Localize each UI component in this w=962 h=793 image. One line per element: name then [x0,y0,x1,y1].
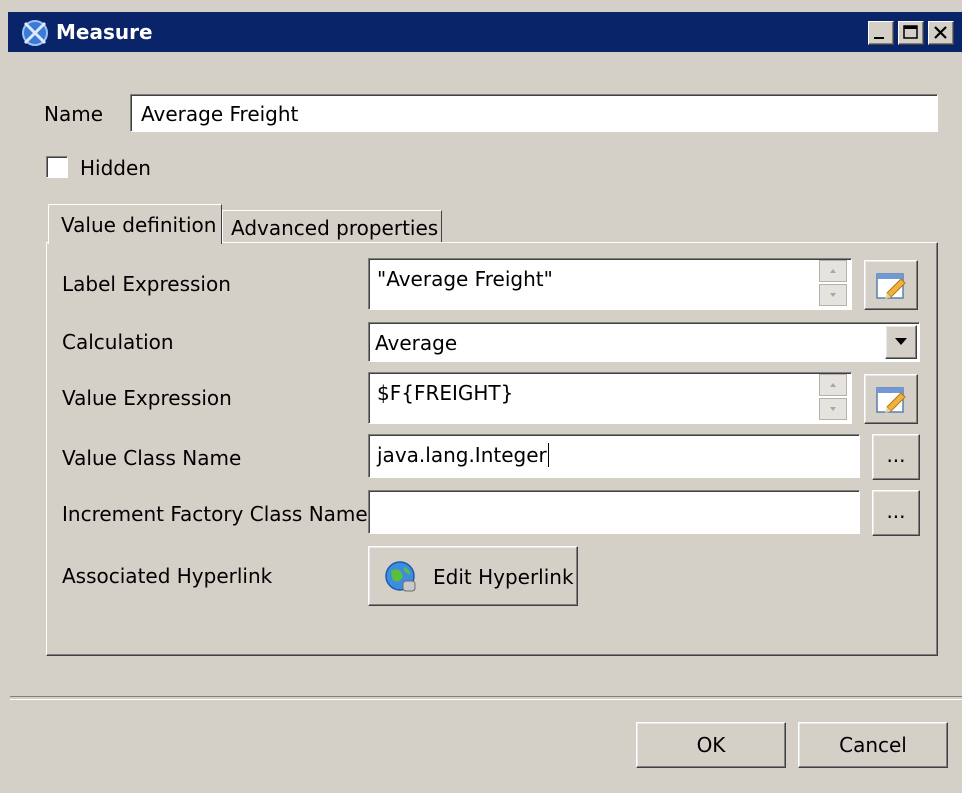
label-expression-input[interactable]: "Average Freight" [368,258,852,310]
value-class-name-browse-label: ... [886,443,906,467]
label-expression-value: "Average Freight" [377,267,553,291]
value-class-name-input[interactable]: java.lang.Integer [368,434,860,478]
active-tab-joiner [49,241,221,244]
footer-separator [10,696,962,700]
edit-hyperlink-label: Edit Hyperlink [433,565,574,589]
associated-hyperlink-label: Associated Hyperlink [62,564,273,588]
value-class-name-value: java.lang.Integer [377,443,549,467]
value-expression-input[interactable]: $F{FREIGHT} [368,372,852,424]
app-icon [20,18,50,48]
value-class-name-browse-button[interactable]: ... [872,434,920,480]
close-icon [934,26,947,39]
minimize-button[interactable] [868,21,894,45]
window-title: Measure [56,20,153,44]
cancel-button[interactable]: Cancel [798,722,948,768]
value-class-name-label: Value Class Name [62,446,242,470]
calculation-label: Calculation [62,330,174,354]
cancel-button-label: Cancel [839,733,907,757]
value-expression-label: Value Expression [62,386,232,410]
tab-advanced-properties-label: Advanced properties [231,216,439,240]
minimize-icon [874,37,884,39]
increment-factory-input[interactable] [368,490,860,534]
maximize-icon [903,25,918,39]
label-expression-label: Label Expression [62,272,231,296]
title-bar: Measure [8,12,962,52]
close-button[interactable] [928,21,954,45]
increment-factory-label: Increment Factory Class Name [62,502,368,526]
label-expression-spinner[interactable] [819,260,849,308]
maximize-button[interactable] [898,21,924,45]
ok-button-label: OK [696,733,726,757]
globe-link-icon [385,561,416,592]
tab-value-definition[interactable]: Value definition [48,204,222,244]
name-label: Name [44,102,104,126]
tab-advanced-properties[interactable]: Advanced properties [222,210,442,242]
calculation-dropdown-button[interactable] [885,325,917,359]
value-expression-editor-button[interactable] [864,374,918,424]
value-expression-value: $F{FREIGHT} [377,381,514,405]
ok-button[interactable]: OK [636,722,786,768]
edit-hyperlink-button[interactable]: Edit Hyperlink [368,546,578,606]
name-input[interactable]: Average Freight [130,94,938,132]
name-input-value: Average Freight [141,102,299,126]
value-expression-spinner[interactable] [819,374,849,422]
calculation-select[interactable]: Average [368,322,920,362]
increment-factory-browse-button[interactable]: ... [872,490,920,536]
chevron-down-icon [895,338,907,345]
increment-factory-browse-label: ... [886,499,906,523]
expression-editor-icon [876,273,906,299]
tab-value-definition-label: Value definition [61,213,217,237]
hidden-label: Hidden [80,156,151,180]
expression-editor-icon [876,387,906,413]
calculation-value: Average [375,331,458,355]
label-expression-editor-button[interactable] [864,260,918,310]
hidden-checkbox[interactable] [46,156,68,178]
